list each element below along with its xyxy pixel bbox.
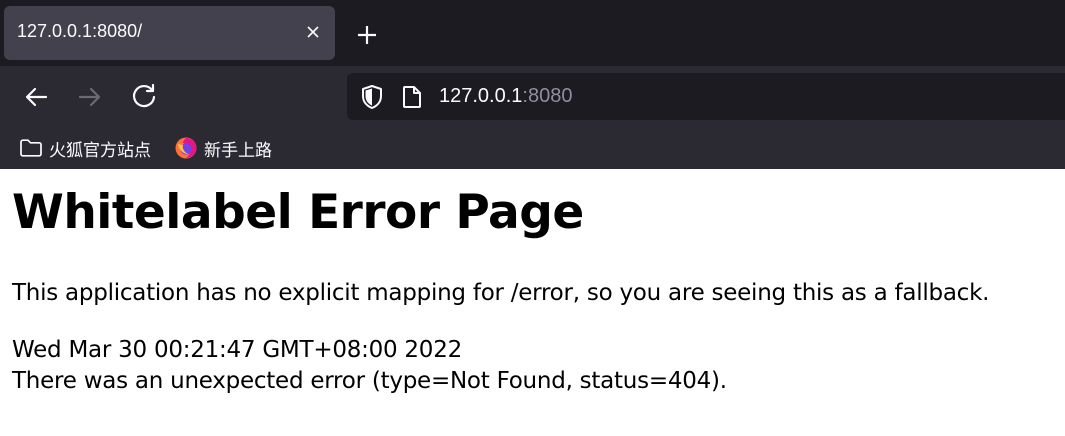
error-status: There was an unexpected error (type=Not … — [12, 368, 727, 394]
page-icon[interactable] — [401, 85, 423, 109]
error-details: Wed Mar 30 00:21:47 GMT+08:00 2022 There… — [12, 335, 727, 397]
tab-bar: 127.0.0.1:8080/ — [0, 0, 1065, 66]
error-timestamp: Wed Mar 30 00:21:47 GMT+08:00 2022 — [12, 337, 462, 363]
folder-icon — [20, 139, 42, 157]
back-arrow-icon[interactable] — [20, 81, 52, 113]
error-message: This application has no explicit mapping… — [12, 280, 990, 306]
bookmark-label: 新手上路 — [204, 140, 272, 161]
active-tab[interactable]: 127.0.0.1:8080/ — [4, 6, 335, 60]
page-content: Whitelabel Error Page This application h… — [0, 169, 1065, 436]
shield-icon[interactable] — [359, 84, 385, 110]
url-port: :8080 — [522, 85, 573, 107]
url-host: 127.0.0.1 — [439, 85, 523, 107]
new-tab-plus-icon[interactable] — [352, 20, 382, 50]
bookmark-firefox-official[interactable]: 火狐官方站点 — [19, 134, 151, 162]
bookmarks-toolbar: 火狐官方站点 新手上路 — [0, 128, 1065, 169]
firefox-icon — [175, 137, 197, 159]
bookmark-getting-started[interactable]: 新手上路 — [174, 134, 272, 162]
tab-title: 127.0.0.1:8080/ — [17, 21, 143, 41]
url-bar[interactable]: 127.0.0.1:8080 — [347, 73, 1065, 120]
page-title: Whitelabel Error Page — [12, 185, 584, 240]
forward-arrow-icon[interactable] — [74, 81, 106, 113]
close-icon[interactable] — [301, 20, 325, 44]
url-text[interactable]: 127.0.0.1:8080 — [439, 85, 572, 108]
bookmark-label: 火狐官方站点 — [49, 140, 151, 161]
navigation-toolbar: 127.0.0.1:8080 — [0, 66, 1065, 128]
reload-icon[interactable] — [128, 81, 160, 113]
